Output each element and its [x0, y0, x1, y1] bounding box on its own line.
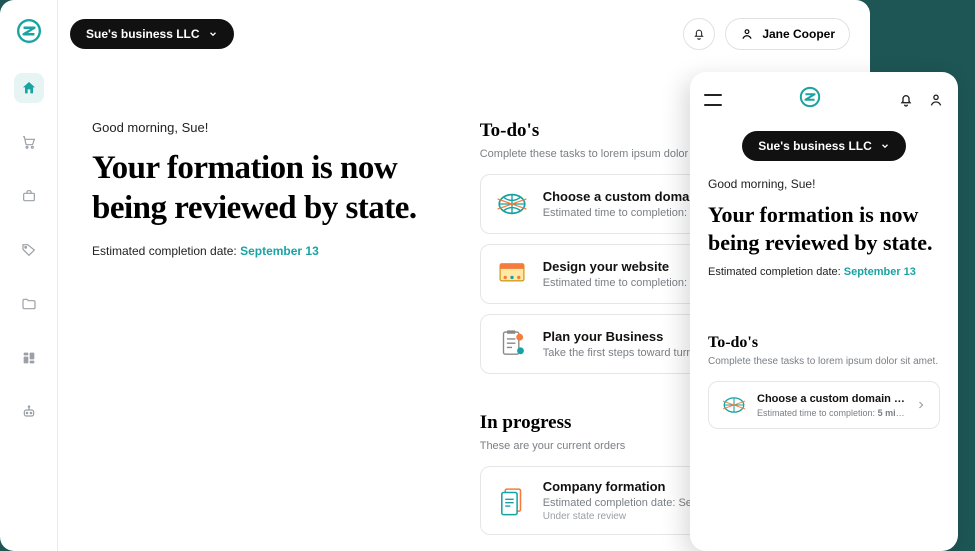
business-switcher-label: Sue's business LLC: [86, 27, 200, 41]
estimated-value[interactable]: September 13: [844, 266, 916, 278]
nav-dashboard-icon[interactable]: [14, 343, 44, 373]
nav-cart-icon[interactable]: [14, 127, 44, 157]
greeting: Good morning, Sue!: [92, 120, 440, 135]
mobile-topbar: [690, 72, 958, 123]
brand-logo: [799, 86, 821, 113]
brand-logo: [16, 18, 42, 49]
estimated-date: Estimated completion date: September 13: [708, 266, 940, 278]
nav-folder-icon[interactable]: [14, 289, 44, 319]
estimated-prefix: Estimated completion date:: [708, 266, 844, 278]
nav-briefcase-icon[interactable]: [14, 181, 44, 211]
business-switcher[interactable]: Sue's business LLC: [70, 19, 234, 49]
estimated-date: Estimated completion date: September 13: [92, 244, 440, 258]
hero-title: Your formation is now being reviewed by …: [92, 149, 440, 228]
globe-icon: [495, 187, 529, 221]
nav-tag-icon[interactable]: [14, 235, 44, 265]
greeting: Good morning, Sue!: [708, 177, 940, 191]
todo-subtitle: Estimated time to completion: 5 minutes: [757, 408, 905, 418]
todos-subtitle: Complete these tasks to lorem ipsum dolo…: [708, 356, 940, 367]
business-switcher[interactable]: Sue's business LLC: [742, 131, 906, 161]
bell-icon[interactable]: [898, 92, 914, 108]
business-switcher-label: Sue's business LLC: [758, 139, 872, 153]
clipboard-icon: [495, 327, 529, 361]
nav-bot-icon[interactable]: [14, 397, 44, 427]
todo-title: Choose a custom domain name: [757, 393, 905, 405]
document-icon: [495, 484, 529, 518]
chevron-right-icon: [915, 399, 927, 411]
todo-card[interactable]: Choose a custom domain name Estimated ti…: [708, 381, 940, 429]
chevron-down-icon: [208, 29, 218, 39]
user-menu[interactable]: Jane Cooper: [725, 18, 850, 50]
hero-title: Your formation is now being reviewed by …: [708, 201, 940, 256]
estimated-prefix: Estimated completion date:: [92, 244, 240, 258]
todos-title: To-do's: [708, 334, 940, 352]
estimated-value[interactable]: September 13: [240, 244, 319, 258]
website-icon: [495, 257, 529, 291]
side-rail: [0, 0, 58, 551]
hero-column: Good morning, Sue! Your formation is now…: [92, 120, 440, 551]
globe-icon: [721, 392, 747, 418]
bell-icon: [692, 27, 706, 41]
mobile-preview: Sue's business LLC Good morning, Sue! Yo…: [690, 72, 958, 551]
chevron-down-icon: [880, 141, 890, 151]
user-icon[interactable]: [928, 92, 944, 108]
notifications-button[interactable]: [683, 18, 715, 50]
user-icon: [740, 27, 754, 41]
nav-home-icon[interactable]: [14, 73, 44, 103]
menu-icon[interactable]: [704, 94, 722, 106]
user-name: Jane Cooper: [762, 27, 835, 41]
top-bar: Sue's business LLC Jane Cooper: [70, 18, 850, 50]
